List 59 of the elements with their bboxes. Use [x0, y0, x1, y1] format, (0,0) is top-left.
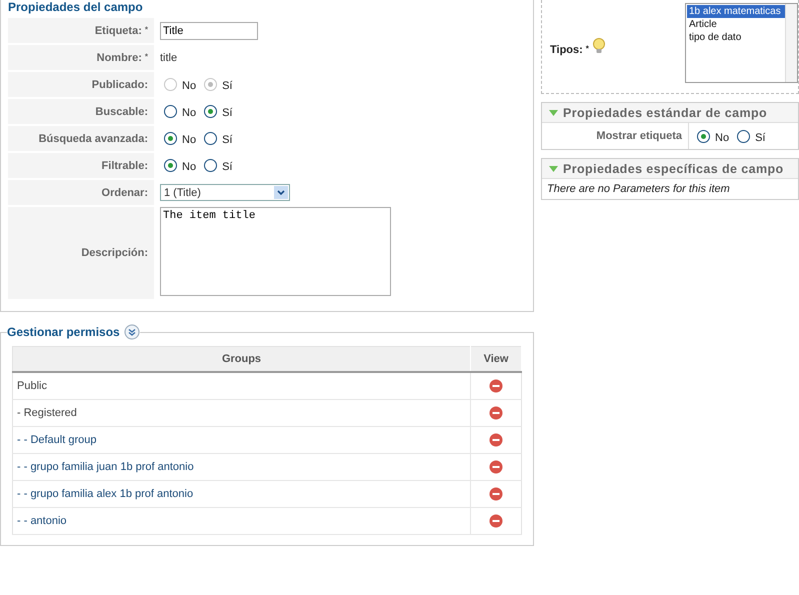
- deny-icon[interactable]: [489, 406, 503, 420]
- text-area[interactable]: The item title: [160, 207, 391, 296]
- deny-icon[interactable]: [489, 487, 503, 501]
- radio-button[interactable]: [164, 105, 177, 118]
- radio-label: No: [182, 80, 196, 92]
- required-mark: *: [144, 24, 148, 34]
- group-link[interactable]: - - Default group: [17, 434, 96, 446]
- field-value: title: [160, 52, 178, 64]
- deny-icon[interactable]: [489, 433, 503, 447]
- field-label: Tipos:: [550, 44, 583, 56]
- field-label: Publicado:: [92, 78, 148, 90]
- list-item[interactable]: 1b alex matematicas: [687, 4, 785, 18]
- field-label: Buscable:: [95, 106, 148, 118]
- field-label: Filtrable:: [102, 160, 148, 172]
- radio-button[interactable]: [204, 132, 218, 145]
- list-box[interactable]: 1b alex matematicas Article tipo de dato: [685, 2, 798, 82]
- radio-button[interactable]: [204, 159, 218, 172]
- radio-label: No: [182, 161, 196, 173]
- radio-button[interactable]: [164, 132, 177, 145]
- dropdown[interactable]: 1 (Title): [160, 184, 290, 201]
- radio-label: Sí: [222, 107, 232, 119]
- group-link[interactable]: - - antonio: [17, 515, 67, 527]
- radio-label: Sí: [222, 134, 232, 146]
- column-header: Groups: [12, 346, 470, 372]
- text-field[interactable]: Title: [160, 22, 258, 40]
- field-label: Mostrar etiqueta: [542, 123, 689, 149]
- column-header: View: [470, 346, 522, 372]
- section-title: Propiedades del campo: [8, 0, 144, 16]
- scrollbar[interactable]: [785, 4, 797, 82]
- list-item[interactable]: Article: [687, 18, 785, 30]
- deny-icon[interactable]: [489, 379, 503, 393]
- radio-label: Sí: [222, 161, 232, 173]
- required-mark: *: [586, 44, 589, 52]
- field-label: Etiqueta:: [94, 24, 142, 36]
- radio-button[interactable]: [164, 159, 177, 172]
- deny-icon[interactable]: [489, 514, 503, 528]
- radio-label: No: [182, 107, 196, 119]
- field-label: Ordenar:: [102, 186, 148, 198]
- empty-message: There are no Parameters for this item: [546, 182, 731, 197]
- group-name: - Registered: [17, 407, 77, 419]
- deny-icon[interactable]: [489, 460, 503, 474]
- required-mark: *: [144, 52, 148, 60]
- radio-label: Sí: [222, 80, 232, 92]
- radio-button[interactable]: [737, 130, 750, 142]
- group-link[interactable]: - - grupo familia juan 1b prof antonio: [17, 461, 194, 473]
- list-item[interactable]: tipo de dato: [687, 30, 785, 44]
- group-link[interactable]: - - grupo familia alex 1b prof antonio: [17, 488, 194, 500]
- group-name: Public: [17, 380, 47, 392]
- field-label: Búsqueda avanzada:: [38, 132, 148, 144]
- section-title: Gestionar permisos: [7, 325, 120, 339]
- radio-button[interactable]: [697, 130, 710, 142]
- radio-label: No: [715, 132, 730, 144]
- lightbulb-icon: [592, 38, 606, 54]
- radio-label: No: [182, 134, 196, 146]
- expand-icon[interactable]: [124, 324, 140, 340]
- field-label: Nombre:: [96, 52, 142, 64]
- field-label: Descripción:: [81, 247, 148, 259]
- radio-button[interactable]: [204, 105, 218, 118]
- radio-label: Sí: [755, 132, 766, 144]
